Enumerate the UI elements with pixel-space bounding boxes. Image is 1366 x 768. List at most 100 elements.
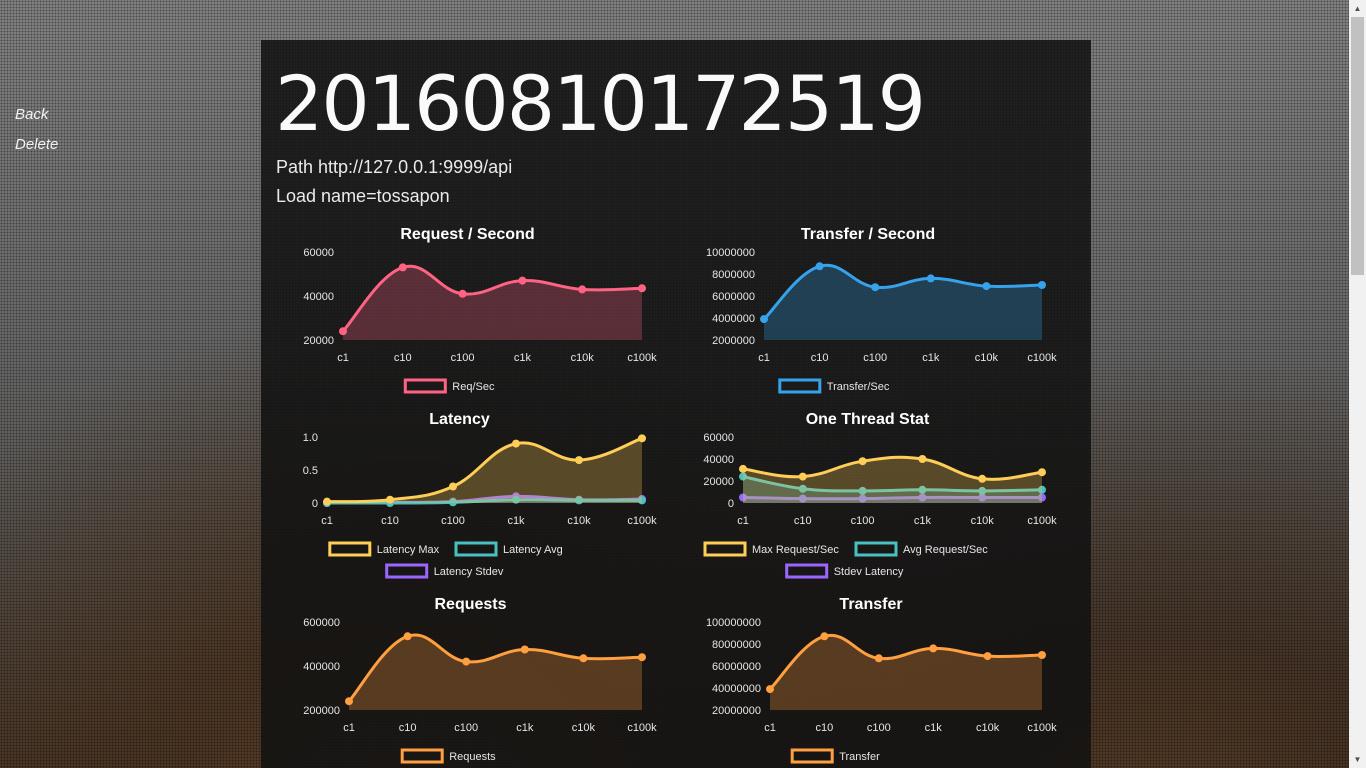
triangle-up-icon[interactable]: ▲ (1349, 0, 1366, 17)
data-point[interactable] (982, 282, 991, 291)
series-area (770, 635, 1042, 710)
legend-swatch[interactable] (703, 541, 747, 557)
data-point[interactable] (798, 472, 807, 481)
legend-swatch[interactable] (790, 748, 834, 764)
page-scrollbar[interactable]: ▲ ▼ (1349, 0, 1366, 768)
data-point[interactable] (518, 276, 527, 285)
y-tick-label: 20000 (303, 335, 334, 347)
data-point[interactable] (858, 457, 867, 466)
data-point[interactable] (398, 263, 407, 272)
chart-svg: One Thread Stat 60000 40000 20000 0c1 c10 c100… (703, 411, 1057, 579)
legend-label[interactable]: Requests (449, 751, 496, 763)
data-point[interactable] (760, 315, 768, 324)
legend-swatch[interactable] (854, 541, 898, 557)
x-tick-label: c1k (914, 515, 932, 527)
data-point[interactable] (579, 654, 588, 663)
chart-transfer-per-second: Transfer / Second 10000000 8000000 6000000 4… (686, 218, 1066, 394)
data-point[interactable] (820, 632, 829, 641)
data-point[interactable] (520, 645, 529, 654)
x-tick-label: c100 (451, 352, 475, 364)
data-point[interactable] (386, 495, 394, 504)
chart-svg: Transfer / Second 10000000 8000000 6000000 4… (706, 226, 1057, 394)
x-tick-label: c10k (571, 352, 595, 364)
data-point[interactable] (638, 434, 646, 443)
legend-swatch[interactable] (385, 563, 429, 579)
chart-requests: Requests 600000 400000 200000 c1 c10 c100 c1k c1… (286, 588, 666, 764)
x-tick-label: c100 (454, 722, 478, 734)
legend-swatch[interactable] (328, 541, 372, 557)
scrollbar-thumb[interactable] (1351, 17, 1364, 275)
data-point[interactable] (449, 482, 457, 491)
data-point[interactable] (345, 697, 353, 706)
legend-label[interactable]: Latency Stdev (434, 566, 504, 578)
data-point[interactable] (918, 455, 927, 463)
data-point[interactable] (871, 283, 880, 292)
chart-svg: Request / Second 60000 40000 20000c1 c10 c100… (303, 226, 657, 394)
legend-label[interactable]: Transfer (839, 751, 880, 763)
y-tick-label: 60000 (303, 247, 334, 259)
legend-label[interactable]: Max Request/Sec (752, 544, 839, 556)
legend-label[interactable]: Latency Avg (503, 544, 563, 556)
x-tick-label: c10 (816, 722, 834, 734)
data-point[interactable] (1038, 468, 1046, 477)
data-point[interactable] (983, 652, 992, 661)
data-point[interactable] (339, 327, 347, 336)
x-tick-label: c100k (1027, 722, 1057, 734)
legend-label[interactable]: Stdev Latency (834, 566, 904, 578)
chart-one-thread-stat: One Thread Stat 60000 40000 20000 0 c1 c10 c100… (686, 403, 1066, 579)
chart-svg: Latency 1.0 0.5 0c1 c10 c100 c1k c10k c100k Laten… (303, 411, 657, 579)
y-tick-label: 200000 (303, 705, 340, 717)
triangle-down-icon[interactable]: ▼ (1349, 751, 1366, 768)
y-tick-label: 4000000 (712, 313, 755, 325)
legend-swatch[interactable] (785, 563, 829, 579)
data-point[interactable] (575, 456, 583, 465)
y-tick-label: 0.5 (303, 465, 318, 477)
path-info: Path http://127.0.0.1:9999/api (276, 157, 513, 177)
data-point[interactable] (926, 274, 935, 283)
legend-label[interactable]: Req/Sec (452, 381, 495, 393)
data-point[interactable] (766, 685, 774, 694)
data-point[interactable] (323, 497, 331, 506)
y-tick-label: 20000 (703, 476, 734, 488)
data-point[interactable] (578, 285, 587, 294)
x-tick-label: c100k (1027, 515, 1057, 527)
legend-swatch[interactable] (403, 378, 447, 394)
data-point[interactable] (638, 653, 646, 662)
y-tick-label: 60000000 (712, 661, 761, 673)
data-point[interactable] (1038, 651, 1046, 659)
data-point[interactable] (874, 654, 883, 663)
data-point[interactable] (739, 464, 747, 473)
y-tick-label: 400000 (303, 661, 340, 673)
legend-label[interactable]: Transfer/Sec (827, 381, 890, 393)
data-point[interactable] (638, 284, 646, 293)
chart-title: Transfer / Second (801, 226, 935, 243)
data-point[interactable] (929, 644, 938, 653)
data-point[interactable] (403, 632, 412, 641)
data-point[interactable] (1038, 281, 1046, 289)
y-tick-label: 40000000 (712, 683, 761, 695)
delete-link[interactable]: Delete (15, 136, 58, 166)
legend-label[interactable]: Latency Max (377, 544, 440, 556)
data-point[interactable] (512, 439, 520, 448)
x-tick-label: c100k (1027, 352, 1057, 364)
data-point[interactable] (458, 289, 467, 298)
report-panel: 20160810172519 Path http://127.0.0.1:999… (261, 40, 1091, 768)
legend-swatch[interactable] (778, 378, 822, 394)
data-point[interactable] (462, 657, 471, 666)
x-tick-label: c1k (516, 722, 534, 734)
legend-swatch[interactable] (454, 541, 498, 557)
back-link[interactable]: Back (15, 106, 58, 136)
y-tick-label: 2000000 (712, 335, 755, 347)
x-tick-label: c1k (514, 352, 532, 364)
data-point[interactable] (815, 262, 824, 271)
x-tick-label: c1k (925, 722, 943, 734)
x-tick-label: c100 (851, 515, 875, 527)
legend-swatch[interactable] (400, 748, 444, 764)
y-tick-label: 0 (728, 498, 734, 510)
legend-label[interactable]: Avg Request/Sec (903, 544, 988, 556)
x-tick-label: c10 (811, 352, 829, 364)
x-tick-label: c10 (399, 722, 417, 734)
data-point[interactable] (978, 474, 987, 483)
y-tick-label: 6000000 (712, 291, 755, 303)
chart-request-per-second: Request / Second 60000 40000 20000 c1 c10 c100… (286, 218, 666, 394)
